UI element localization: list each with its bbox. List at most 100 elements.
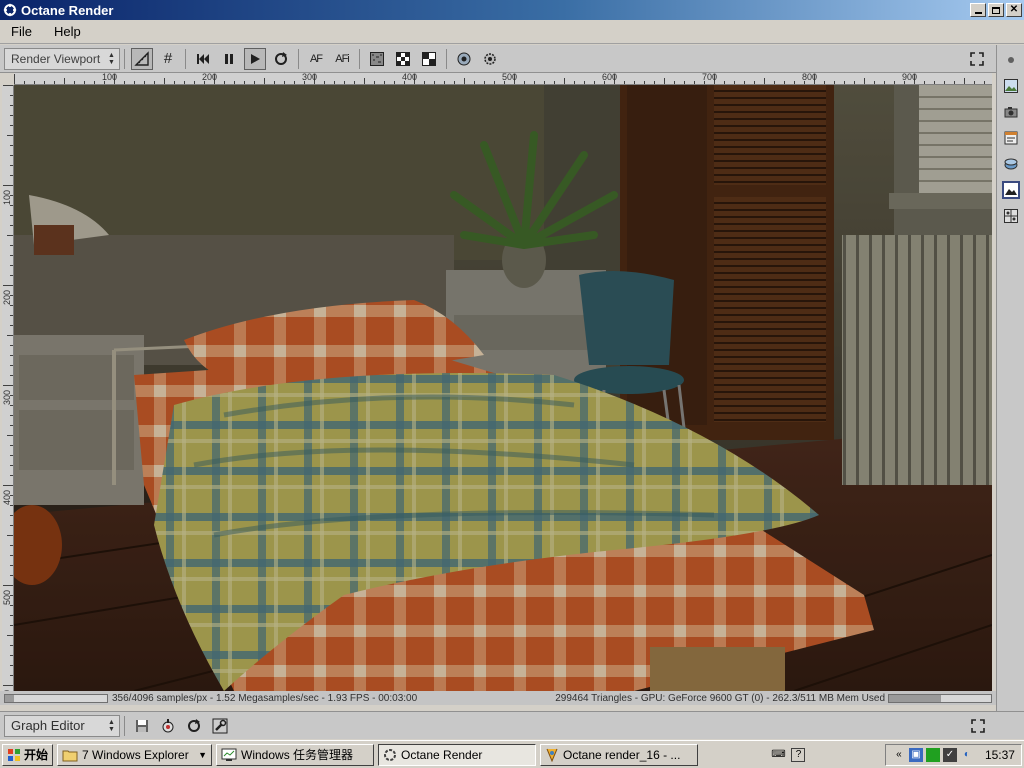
autofocus-button[interactable]: AF (305, 48, 327, 70)
ruler-tick (634, 81, 635, 84)
ruler-tick (824, 81, 825, 84)
checker-view-button[interactable] (392, 48, 414, 70)
ruler-tick (564, 78, 565, 84)
menu-bar: File Help (0, 20, 1024, 44)
menu-file[interactable]: File (0, 24, 43, 39)
alpha-view-button[interactable] (418, 48, 440, 70)
ruler-tick (10, 665, 13, 666)
folder-icon (62, 750, 78, 761)
expand-icon (971, 719, 985, 733)
show-hidden-icons-chevron-icon[interactable]: « (892, 748, 906, 762)
ruler-tick (7, 435, 13, 436)
picture-icon (1004, 79, 1018, 93)
taskbar-button-explorer[interactable]: 7 Windows Explorer ▼ (57, 743, 213, 766)
toolbar-separator (359, 48, 360, 69)
ruler-tick (10, 355, 13, 356)
ruler-label: 700 (702, 73, 718, 82)
render-settings-panel-button[interactable] (1002, 129, 1020, 147)
network-icon[interactable]: ▣ (908, 747, 923, 762)
ruler-tick (164, 78, 165, 84)
taskbar-button-taskmgr[interactable]: Windows 任务管理器 (216, 743, 375, 766)
clock[interactable]: 15:37 (985, 748, 1015, 762)
ruler-label: 900 (902, 73, 918, 82)
taskbar-button-octane[interactable]: Octane Render (378, 743, 537, 766)
settings-button[interactable] (479, 48, 501, 70)
render-toolbar: Render Viewport ▲ ▼ # AF AFi (0, 45, 996, 73)
ruler-tick (934, 81, 935, 84)
skip-back-icon (197, 53, 209, 64)
imager-panel-button[interactable] (1002, 181, 1020, 199)
ruler-tick (10, 245, 13, 246)
refresh-render-button[interactable] (270, 48, 292, 70)
toolbar-separator (185, 48, 186, 69)
minimize-button[interactable] (970, 3, 986, 17)
graph-save-button[interactable] (131, 715, 153, 737)
ruler-toggle-button[interactable] (131, 47, 153, 70)
security-icon[interactable]: ✓ (942, 747, 957, 762)
image-viewer-icon (546, 748, 558, 762)
ruler-tick (10, 615, 13, 616)
environment-panel-button[interactable] (1002, 155, 1020, 173)
help-icon[interactable]: ? (791, 747, 806, 762)
ruler-tick (10, 645, 13, 646)
ruler-tick (484, 81, 485, 84)
gpu-monitor-icon[interactable] (925, 747, 940, 762)
close-button[interactable]: ✕ (1006, 3, 1022, 17)
ruler-tick (10, 265, 13, 266)
ruler-tick (394, 81, 395, 84)
panel-pin-button[interactable] (1002, 51, 1020, 69)
ruler-tick (644, 81, 645, 84)
ruler-tick (10, 325, 13, 326)
menu-help[interactable]: Help (43, 24, 92, 39)
ruler-tick (554, 81, 555, 84)
ruler-tick (544, 81, 545, 84)
ruler-tick (10, 125, 13, 126)
ruler-label: 200 (2, 289, 12, 305)
taskbar-button-image-viewer[interactable]: Octane render_16 - ... (540, 743, 699, 766)
pause-render-button[interactable] (218, 48, 240, 70)
ruler-tick (3, 85, 13, 86)
ruler-tick (10, 175, 13, 176)
ruler-tick (10, 505, 13, 506)
viewport-select[interactable]: Render Viewport ▲ ▼ (4, 47, 120, 70)
ruler-tick (10, 255, 13, 256)
ruler-tick (734, 81, 735, 84)
autofocus-pick-button[interactable]: AFi (331, 48, 353, 70)
maximize-graph-button[interactable] (967, 715, 989, 737)
ruler-tick (234, 81, 235, 84)
graph-editor-select[interactable]: Graph Editor ▲ ▼ (4, 714, 120, 737)
graph-load-button[interactable] (157, 715, 179, 737)
ruler-tick (984, 81, 985, 84)
graph-settings-button[interactable] (209, 715, 231, 737)
restore-button[interactable] (988, 3, 1004, 17)
tile-panel-button[interactable] (1002, 207, 1020, 225)
title-bar[interactable]: Octane Render ✕ (0, 0, 1024, 20)
ruler-tick (7, 535, 13, 536)
taskmgr-icon (221, 748, 237, 761)
maximize-viewport-button[interactable] (966, 48, 988, 70)
noise-view-button[interactable] (366, 48, 388, 70)
viewport-select-value: Render Viewport (11, 51, 101, 66)
region-button[interactable]: # (157, 48, 179, 70)
start-button[interactable]: 开始 (2, 743, 54, 766)
ruler-tick (10, 375, 13, 376)
ruler-tick (10, 145, 13, 146)
octane-logo-icon (2, 2, 18, 18)
volume-icon[interactable]: ◐ (960, 748, 974, 762)
ruler-tick (134, 81, 135, 84)
keyboard-icon[interactable]: ⌨ (771, 748, 785, 762)
graph-refresh-button[interactable] (183, 715, 205, 737)
ruler-tick (194, 81, 195, 84)
image-panel-button[interactable] (1002, 77, 1020, 95)
render-viewport[interactable] (14, 85, 992, 691)
ruler-tick (3, 585, 13, 586)
ruler-tick (10, 555, 13, 556)
start-render-button[interactable] (244, 47, 266, 70)
save-image-button[interactable] (453, 48, 475, 70)
start-label: 开始 (24, 748, 49, 762)
ruler-tick (464, 78, 465, 84)
ruler-label: 300 (302, 73, 318, 82)
save-icon (136, 719, 148, 732)
restart-render-button[interactable] (192, 48, 214, 70)
camera-panel-button[interactable] (1002, 103, 1020, 121)
